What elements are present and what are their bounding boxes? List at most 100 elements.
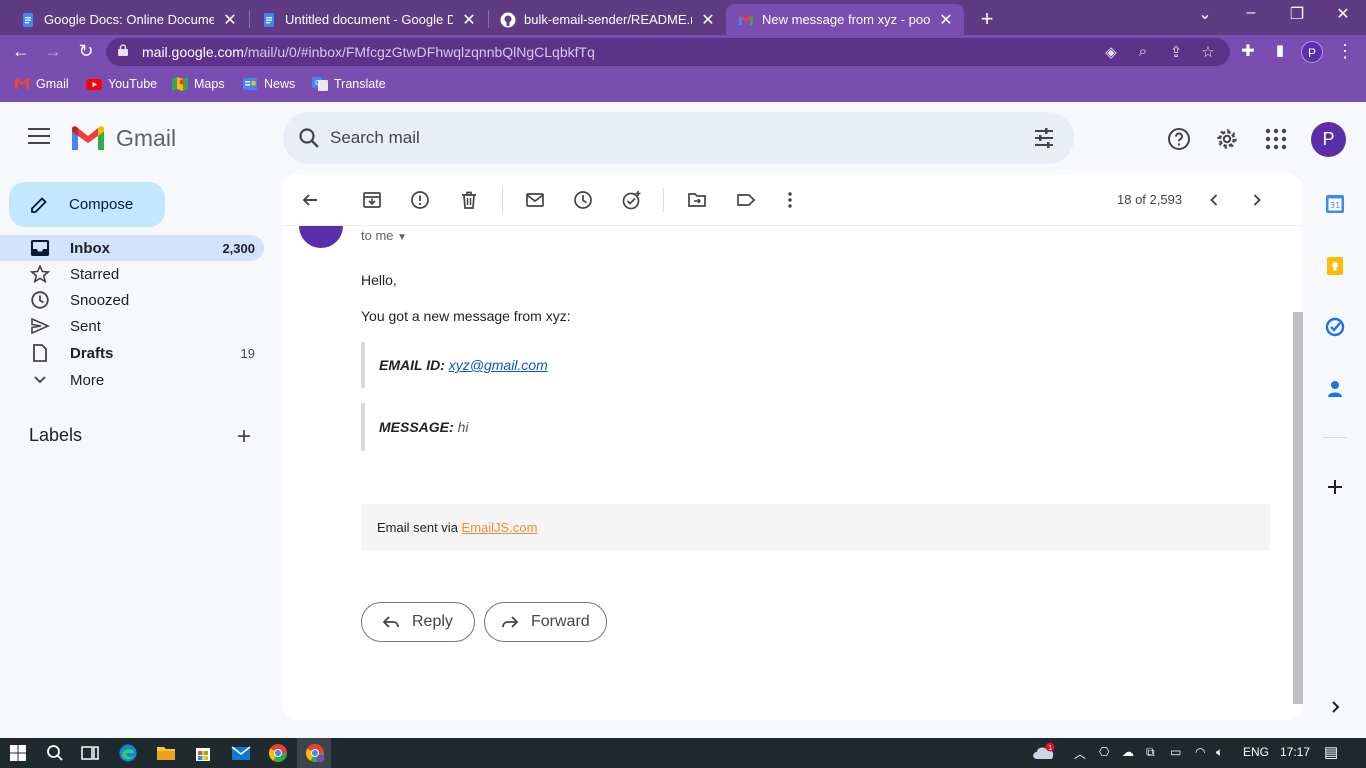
message-scrollbar[interactable] bbox=[1293, 312, 1303, 704]
close-tab-icon[interactable]: ✕ bbox=[222, 10, 238, 30]
windows-start-icon[interactable] bbox=[8, 743, 28, 763]
meet-now-icon[interactable]: ⧉ bbox=[1146, 745, 1155, 760]
bookmark-maps[interactable]: Maps bbox=[172, 77, 225, 91]
chevron-left-icon[interactable] bbox=[1204, 190, 1224, 210]
close-tab-icon[interactable]: ✕ bbox=[700, 10, 716, 30]
forward-button[interactable]: Forward bbox=[484, 602, 607, 642]
bookmark-gmail[interactable]: Gmail bbox=[14, 77, 69, 91]
search-bar[interactable] bbox=[283, 112, 1074, 164]
add-label-icon[interactable]: + bbox=[234, 423, 254, 451]
volume-speaker-icon[interactable]: 🔈︎ bbox=[1216, 745, 1223, 760]
move-to-folder-icon[interactable] bbox=[687, 190, 707, 210]
sidebar-item-drafts[interactable]: Drafts 19 bbox=[0, 340, 264, 366]
show-hidden-icons-chevron[interactable]: ︿ bbox=[1074, 745, 1086, 762]
browser-tab-gmail-active[interactable]: New message from xyz - poojash ✕ bbox=[726, 4, 964, 35]
bookmark-star-icon[interactable]: ☆ bbox=[1199, 43, 1217, 61]
clock-time[interactable]: 17:17 bbox=[1280, 745, 1310, 759]
zoom-icon[interactable]: ⌕ bbox=[1134, 43, 1152, 60]
reply-button[interactable]: Reply bbox=[361, 602, 475, 642]
side-panel-icon[interactable]: ▮ bbox=[1269, 41, 1291, 59]
emailjs-footer: Email sent via EmailJS.com bbox=[361, 504, 1270, 550]
sidebar-item-starred[interactable]: Starred bbox=[0, 261, 264, 287]
profile-avatar[interactable]: P bbox=[1301, 41, 1323, 63]
bookmark-translate[interactable]: G Translate bbox=[312, 77, 386, 91]
back-icon[interactable]: ← bbox=[10, 41, 32, 62]
extensions-icon[interactable]: ✚ bbox=[1237, 41, 1259, 61]
sidebar-item-inbox[interactable]: Inbox 2,300 bbox=[0, 235, 264, 261]
back-to-inbox-icon[interactable] bbox=[300, 190, 320, 210]
support-icon[interactable] bbox=[1167, 127, 1191, 151]
github-icon bbox=[500, 12, 516, 28]
more-options-icon[interactable] bbox=[780, 190, 800, 210]
microsoft-store-icon[interactable] bbox=[193, 743, 213, 763]
main-menu-icon[interactable] bbox=[28, 128, 50, 146]
email-address-link[interactable]: xyz@gmail.com bbox=[449, 357, 548, 373]
tab-search-chevron-icon[interactable]: ⌄ bbox=[1195, 4, 1215, 24]
close-window-icon[interactable]: ✕ bbox=[1333, 4, 1353, 24]
reload-icon[interactable]: ↻ bbox=[75, 41, 97, 62]
delete-trash-icon[interactable] bbox=[459, 190, 479, 210]
address-bar[interactable]: mail.google.com/mail/u/0/#inbox/FMfcgzGt… bbox=[106, 38, 1230, 66]
restore-icon[interactable]: ❐ bbox=[1287, 4, 1307, 24]
battery-icon[interactable]: ▭ bbox=[1170, 745, 1181, 759]
translate-icon: G bbox=[312, 77, 328, 91]
google-apps-icon[interactable] bbox=[1264, 127, 1288, 151]
bookmark-news[interactable]: News bbox=[242, 77, 295, 91]
search-options-icon[interactable] bbox=[1032, 126, 1056, 150]
search-icon[interactable] bbox=[297, 126, 321, 150]
new-tab-icon[interactable]: + bbox=[976, 6, 998, 32]
mail-app-icon[interactable] bbox=[231, 743, 251, 763]
add-to-tasks-icon[interactable] bbox=[622, 190, 642, 210]
settings-gear-icon[interactable] bbox=[1215, 127, 1239, 151]
onedrive-cloud-icon[interactable]: ☁ bbox=[1122, 745, 1134, 759]
calendar-icon[interactable]: 31 bbox=[1325, 194, 1345, 214]
chrome-menu-icon[interactable]: ⋮ bbox=[1334, 41, 1356, 62]
wifi-icon[interactable]: ◠ bbox=[1195, 745, 1205, 759]
contacts-icon[interactable] bbox=[1325, 379, 1345, 399]
report-spam-icon[interactable] bbox=[410, 190, 430, 210]
input-language[interactable]: ENG bbox=[1243, 745, 1269, 759]
browser-tab-untitled-doc[interactable]: Untitled document - Google Doc ✕ bbox=[249, 4, 487, 35]
emailjs-link[interactable]: EmailJS.com bbox=[462, 520, 538, 535]
notification-center-icon[interactable]: ▤ bbox=[1324, 743, 1338, 761]
share-icon[interactable]: ⇪ bbox=[1167, 43, 1185, 61]
mark-unread-icon[interactable] bbox=[525, 190, 545, 210]
sidebar-item-sent[interactable]: Sent bbox=[0, 313, 264, 339]
browser-tab-google-docs[interactable]: Google Docs: Online Document E ✕ bbox=[8, 4, 248, 35]
drafts-count: 19 bbox=[240, 345, 255, 361]
compose-button[interactable]: Compose bbox=[9, 182, 165, 227]
sidebar-item-more[interactable]: More bbox=[0, 367, 264, 393]
archive-icon[interactable] bbox=[362, 190, 382, 210]
close-tab-icon[interactable]: ✕ bbox=[938, 10, 954, 30]
browser-tab-github[interactable]: bulk-email-sender/README.md a ✕ bbox=[488, 4, 726, 35]
snooze-clock-icon[interactable] bbox=[573, 190, 593, 210]
keep-notes-icon[interactable] bbox=[1325, 256, 1345, 276]
gmail-logo[interactable]: Gmail bbox=[70, 124, 176, 152]
message-intro: You got a new message from xyz: bbox=[361, 308, 571, 324]
minimize-icon[interactable]: – bbox=[1241, 4, 1261, 22]
search-input[interactable] bbox=[330, 126, 1010, 150]
edge-browser-icon[interactable] bbox=[118, 743, 138, 763]
label-tag-icon[interactable] bbox=[736, 190, 756, 210]
file-explorer-icon[interactable] bbox=[156, 743, 176, 763]
caret-down-icon: ▼ bbox=[397, 232, 408, 243]
tasks-icon[interactable] bbox=[1325, 317, 1345, 337]
location-icon[interactable]: ◈ bbox=[1102, 43, 1120, 61]
search-icon[interactable] bbox=[45, 743, 65, 763]
device-icon[interactable]: ⎔ bbox=[1099, 745, 1109, 759]
labels-heading: Labels bbox=[29, 425, 83, 445]
forward-icon[interactable]: → bbox=[42, 41, 64, 62]
bookmark-youtube[interactable]: YouTube bbox=[86, 77, 157, 91]
get-addons-plus-icon[interactable] bbox=[1325, 477, 1345, 497]
sidebar-item-snoozed[interactable]: Snoozed bbox=[0, 287, 264, 313]
task-view-icon[interactable] bbox=[80, 743, 100, 763]
email-id-block: EMAIL ID: xyz@gmail.com bbox=[361, 342, 661, 388]
chrome-icon[interactable] bbox=[268, 743, 288, 763]
chevron-right-icon[interactable] bbox=[1247, 190, 1267, 210]
weather-cloud-icon[interactable]: 1 bbox=[1031, 742, 1057, 765]
account-avatar[interactable]: P bbox=[1311, 122, 1346, 157]
chrome-profile-icon[interactable] bbox=[305, 743, 325, 763]
recipient-details-toggle[interactable]: to me ▼ bbox=[361, 228, 407, 243]
close-tab-icon[interactable]: ✕ bbox=[461, 10, 477, 30]
expand-side-panel-icon[interactable] bbox=[1325, 697, 1345, 717]
